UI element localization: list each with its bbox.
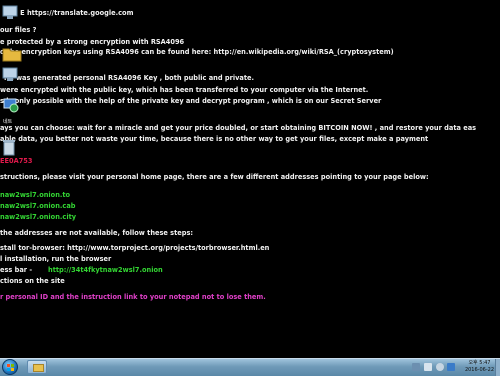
note-line: structions, please visit your personal h… xyxy=(0,173,429,181)
note-line: http://34t4fkytnaw2wsl7.onion xyxy=(48,266,163,274)
note-line: PC was generated personal RSA4096 Key , … xyxy=(4,74,254,82)
ime-icon[interactable] xyxy=(447,363,455,371)
note-line: ctions on the site xyxy=(0,277,65,285)
volume-icon[interactable] xyxy=(436,363,444,371)
note-line: r personal ID and the instruction link t… xyxy=(0,293,266,301)
note-line: s is only possible with the help of the … xyxy=(0,97,382,105)
note-line: naw2wsl7.onion.cab xyxy=(0,202,76,210)
note-line: stall tor-browser: http://www.torproject… xyxy=(0,244,270,252)
recycle-bin-icon[interactable] xyxy=(2,4,30,32)
taskbar-explorer-button[interactable] xyxy=(27,360,47,374)
windows-logo-icon xyxy=(7,364,14,371)
note-line: e protected by a strong encryption with … xyxy=(0,38,185,46)
note-line: l installation, run the browser xyxy=(0,255,112,263)
note-line: ess bar - xyxy=(0,266,33,274)
note-line: o the encryption keys using RSA4096 can … xyxy=(0,48,394,56)
show-desktop-button[interactable] xyxy=(495,359,500,376)
trash-icon[interactable] xyxy=(2,138,30,166)
network-status-icon[interactable] xyxy=(424,363,432,371)
note-line: were encrypted with the public key, whic… xyxy=(0,86,369,94)
folder-icon xyxy=(33,364,44,372)
note-line: naw2wsl7.onion.city xyxy=(0,213,77,221)
network-icon[interactable]: 네트 xyxy=(2,96,30,125)
note-line: the addresses are not available, follow … xyxy=(0,229,194,237)
clock-time: 오후 5:47 xyxy=(468,360,491,366)
desktop-icon-label: 네트 xyxy=(3,119,13,125)
system-tray: 오후 5:47 2016-06-22 xyxy=(390,359,500,376)
note-line: ays you can choose: wait for a miracle a… xyxy=(0,124,477,132)
clock[interactable]: 오후 5:47 2016-06-22 xyxy=(465,360,494,374)
note-line: able data, you better not waste your tim… xyxy=(0,135,429,143)
computer-icon[interactable] xyxy=(2,66,30,94)
start-button[interactable] xyxy=(2,359,18,375)
clock-date: 2016-06-22 xyxy=(464,367,494,373)
desktop: SE: E https://translate.google.com our fi… xyxy=(0,0,500,358)
note-line: naw2wsl7.onion.to xyxy=(0,191,71,199)
flag-notification-icon[interactable] xyxy=(412,363,420,371)
taskbar: 오후 5:47 2016-06-22 xyxy=(0,358,500,376)
